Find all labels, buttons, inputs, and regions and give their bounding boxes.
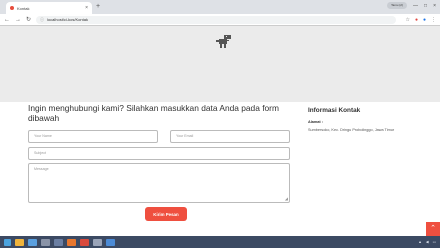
back-arrow-icon[interactable]: ← bbox=[4, 16, 10, 24]
maximize-icon[interactable]: □ bbox=[424, 3, 427, 9]
message-field[interactable]: Message ◢ bbox=[28, 163, 290, 203]
app-icon-6[interactable] bbox=[80, 238, 89, 246]
app-icon-3[interactable] bbox=[41, 238, 50, 246]
forward-arrow-icon[interactable]: → bbox=[15, 16, 21, 24]
email-field[interactable]: Your Email bbox=[170, 130, 290, 143]
volume-icon[interactable]: ◀ bbox=[426, 240, 429, 244]
address-label: Alamat : bbox=[308, 120, 323, 124]
lock-icon: ⓘ bbox=[40, 16, 45, 22]
name-field[interactable]: Your Name bbox=[28, 130, 158, 143]
network-icon[interactable]: ▲ bbox=[418, 240, 422, 244]
reload-icon[interactable]: ↻ bbox=[26, 16, 31, 24]
toolbar-icons: ☆ ● ● ⋮ bbox=[405, 17, 436, 23]
tab-close-icon[interactable]: × bbox=[85, 5, 88, 11]
browser-toolbar: ← → ↻ ⓘ localhost/ci-kos/Kontak ☆ ● ● ⋮ bbox=[0, 14, 440, 26]
resize-handle-icon[interactable]: ◢ bbox=[285, 197, 288, 201]
dinosaur-icon bbox=[216, 35, 231, 48]
windows-start-icon[interactable] bbox=[4, 238, 11, 246]
app-icon-2[interactable] bbox=[28, 238, 37, 246]
app-icon-7[interactable] bbox=[93, 238, 102, 246]
contact-info-title: Informasi Kontak bbox=[308, 107, 361, 114]
file-explorer-icon[interactable] bbox=[15, 238, 24, 246]
star-icon[interactable]: ☆ bbox=[405, 17, 409, 23]
favicon-icon bbox=[10, 6, 14, 10]
browser-tab-bar: Kontak × + Tamu (2) — □ × bbox=[0, 0, 440, 14]
page-title: Ingin menghubungi kami? Silahkan masukka… bbox=[28, 103, 279, 123]
address-text: localhost/ci-kos/Kontak bbox=[47, 17, 88, 22]
subject-field[interactable]: Subject bbox=[28, 147, 290, 160]
extension-icon-2[interactable]: ● bbox=[423, 17, 426, 23]
window-controls: Tamu (2) — □ × bbox=[387, 2, 436, 9]
notification-icon[interactable]: ▭ bbox=[433, 240, 436, 244]
system-tray: ▲ ◀ ▭ bbox=[418, 240, 436, 244]
chrome-icon[interactable] bbox=[106, 238, 115, 246]
tab-title: Kontak bbox=[17, 5, 30, 11]
os-taskbar: ▲ ◀ ▭ bbox=[0, 236, 440, 248]
chevron-up-icon[interactable]: ⌃ bbox=[426, 222, 440, 236]
send-message-button[interactable]: Kirim Pesan bbox=[145, 207, 187, 221]
new-tab-icon[interactable]: + bbox=[96, 3, 100, 11]
close-window-icon[interactable]: × bbox=[433, 3, 436, 9]
app-icon-5[interactable] bbox=[67, 238, 76, 246]
minimize-icon[interactable]: — bbox=[413, 3, 418, 9]
tab-kontak[interactable]: Kontak × bbox=[6, 2, 92, 14]
address-bar[interactable]: ⓘ localhost/ci-kos/Kontak bbox=[36, 15, 397, 24]
address-text: Sumbersoko, Kec. Dringu Probolinggo, Jaw… bbox=[308, 128, 395, 132]
app-icon-4[interactable] bbox=[54, 238, 63, 246]
message-placeholder: Message bbox=[34, 167, 49, 171]
profile-button[interactable]: Tamu (2) bbox=[387, 2, 408, 9]
menu-icon[interactable]: ⋮ bbox=[431, 17, 436, 23]
extension-icon[interactable]: ● bbox=[415, 17, 418, 23]
